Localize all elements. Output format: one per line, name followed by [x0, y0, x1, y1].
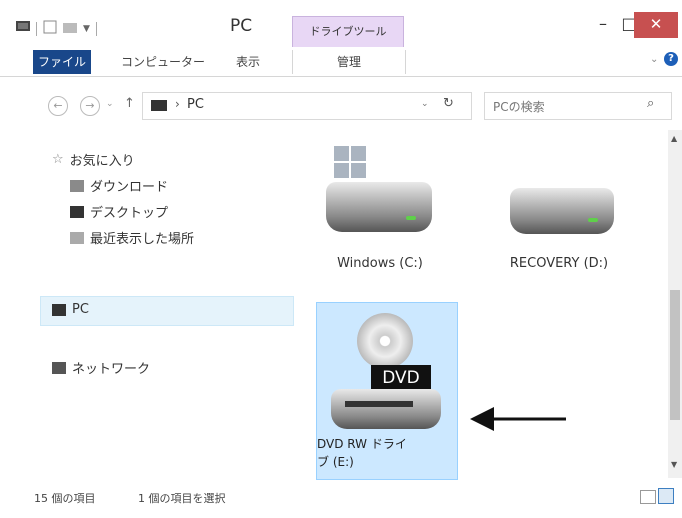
status-bar: 15 個の項目 1 個の項目を選択 [0, 480, 682, 518]
search-input[interactable]: PCの検索 [493, 98, 545, 115]
tab-view[interactable]: 表示 [224, 50, 272, 74]
nav-item-label: ネットワーク [72, 362, 151, 377]
disc-tray-icon [345, 401, 413, 407]
refresh-icon[interactable]: ↻ [443, 96, 454, 111]
desktop-folder-icon [70, 205, 84, 218]
hard-drive-icon [510, 188, 614, 234]
up-button[interactable]: ↑ [124, 96, 135, 111]
minimize-button[interactable]: – [590, 12, 616, 38]
nav-item-label: ダウンロード [90, 180, 169, 195]
forward-button[interactable]: → [80, 96, 100, 116]
quick-access-toolbar: ▼ [16, 20, 97, 38]
title-bar: ▼ PC ドライブツール – □ ✕ [0, 0, 682, 47]
tab-file[interactable]: ファイル [33, 50, 91, 74]
back-button[interactable]: ← [48, 96, 68, 116]
nav-item-desktop[interactable]: デスクトップ [70, 202, 168, 221]
recent-locations-dropdown[interactable]: ⌄ [106, 99, 114, 109]
address-bar[interactable]: › PC ⌄ ↻ [142, 92, 472, 120]
drive-d-tile[interactable]: RECOVERY (D:) [484, 146, 634, 286]
address-dropdown[interactable]: ⌄ [421, 99, 429, 109]
new-folder-icon[interactable] [63, 21, 77, 37]
dvd-drive-icon [331, 389, 441, 429]
navigation-bar: ← → ⌄ ↑ › PC ⌄ ↻ PCの検索 ⌕ [0, 90, 682, 120]
pc-icon [52, 303, 66, 316]
drive-label-line1: DVD RW ドライ [317, 437, 407, 451]
nav-item-network[interactable]: ネットワーク [52, 358, 150, 377]
drive-activity-light [588, 218, 598, 222]
nav-favorites-label: お気に入り [69, 154, 135, 169]
nav-item-label: デスクトップ [90, 206, 169, 221]
scroll-up-icon[interactable]: ▲ [671, 134, 677, 143]
toolbar-separator [95, 22, 97, 36]
drive-activity-light [406, 216, 416, 220]
ribbon-expand-icon[interactable]: ⌄ [650, 54, 658, 65]
navigation-pane: ☆ お気に入り ダウンロード デスクトップ 最近表示した場所 PC ネットワーク [0, 136, 296, 476]
scroll-down-icon[interactable]: ▼ [671, 460, 677, 469]
windows-drive-icon [326, 182, 432, 232]
pc-icon [151, 100, 167, 111]
recent-places-icon [70, 231, 84, 244]
disc-icon [357, 313, 413, 369]
nav-item-label: 最近表示した場所 [90, 232, 195, 247]
annotation-arrow-icon [470, 407, 566, 431]
star-icon: ☆ [52, 152, 64, 167]
explorer-app-icon[interactable] [16, 21, 30, 37]
download-folder-icon [70, 179, 84, 192]
item-count: 15 個の項目 [34, 492, 96, 505]
dvd-badge: DVD [371, 365, 431, 391]
explorer-window: ▼ PC ドライブツール – □ ✕ ファイル コンピューター 表示 管理 ⌄ … [0, 0, 682, 518]
search-icon[interactable]: ⌕ [647, 96, 654, 111]
details-view-icon[interactable] [640, 490, 656, 504]
nav-item-pc[interactable]: PC [52, 302, 89, 317]
scroll-thumb[interactable] [670, 290, 680, 420]
network-icon [52, 361, 66, 374]
properties-icon[interactable] [43, 20, 57, 38]
customize-toolbar-icon[interactable]: ▼ [83, 24, 90, 34]
nav-item-label: PC [72, 302, 89, 317]
drive-label: RECOVERY (D:) [509, 256, 609, 271]
drive-tools-tab[interactable]: ドライブツール [292, 16, 404, 47]
tab-computer[interactable]: コンピューター [115, 50, 211, 74]
search-box[interactable]: PCの検索 ⌕ [484, 92, 672, 120]
drive-e-tile[interactable]: DVD DVD RW ドライ ブ (E:) [316, 302, 458, 480]
nav-item-recent[interactable]: 最近表示した場所 [70, 228, 194, 247]
tab-manage[interactable]: 管理 [292, 50, 406, 74]
close-button[interactable]: ✕ [634, 12, 678, 38]
breadcrumb-pc[interactable]: PC [187, 97, 204, 112]
breadcrumb-separator[interactable]: › [175, 97, 180, 111]
nav-favorites[interactable]: ☆ お気に入り [52, 150, 135, 169]
window-title: PC [230, 16, 253, 36]
nav-item-downloads[interactable]: ダウンロード [70, 176, 168, 195]
help-icon[interactable]: ? [664, 52, 678, 66]
large-icons-view-icon[interactable] [658, 488, 674, 504]
windows-logo-icon [334, 146, 366, 178]
selection-count: 1 個の項目を選択 [138, 492, 226, 505]
vertical-scrollbar[interactable]: ▲ ▼ [668, 130, 682, 478]
drive-label-line2: ブ (E:) [317, 455, 354, 469]
ribbon-tabs: ファイル コンピューター 表示 管理 ⌄ ? [0, 46, 682, 77]
drive-c-tile[interactable]: Windows (C:) [310, 146, 450, 286]
drive-label: Windows (C:) [337, 256, 423, 271]
toolbar-separator [36, 22, 37, 36]
